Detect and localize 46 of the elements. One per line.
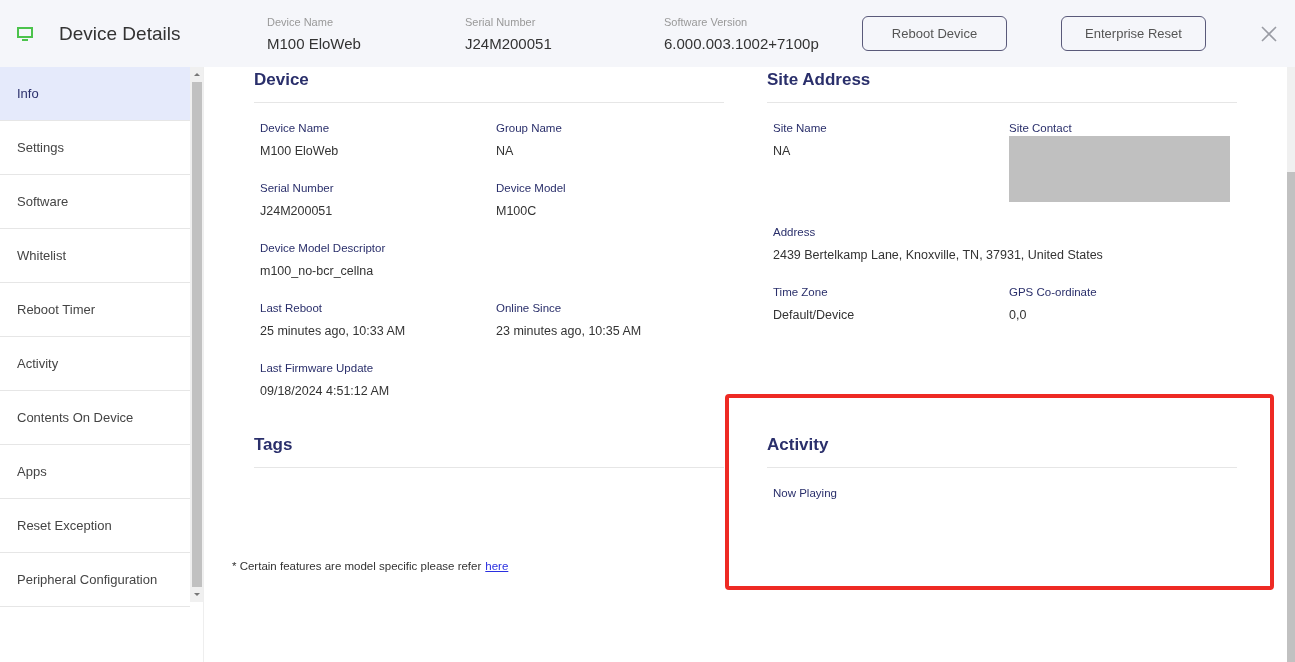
field-value: 23 minutes ago, 10:35 AM [496, 324, 643, 338]
info-value: J24M200051 [465, 34, 553, 52]
section-title: Activity [767, 432, 1237, 468]
field-label: Device Model [496, 182, 567, 194]
field-label: Group Name [496, 122, 563, 134]
info-label: Software Version [664, 15, 749, 28]
field-value: Default/Device [773, 308, 856, 322]
monitor-icon [17, 26, 33, 41]
field-label: Online Since [496, 302, 563, 314]
field-value: 25 minutes ago, 10:33 AM [260, 324, 407, 338]
page-title: Device Details [59, 22, 182, 45]
field-value: 2439 Bertelkamp Lane, Knoxville, TN, 37931, United States [773, 248, 1104, 262]
field-label: Device Model Descriptor [260, 242, 387, 254]
field-label: Last Firmware Update [260, 362, 375, 374]
close-icon[interactable] [1261, 25, 1277, 42]
field-label: Site Name [773, 122, 828, 134]
field-value: 0,0 [1009, 308, 1028, 322]
info-value: 6.000.003.1002+7100p [664, 34, 820, 52]
field-label: Device Name [260, 122, 331, 134]
field-label: Site Contact [1009, 122, 1073, 134]
footnote-text: * Certain features are model specific please refer [232, 560, 482, 572]
scrollbar[interactable] [190, 67, 203, 602]
field-label: Last Reboot [260, 302, 323, 314]
field-label: GPS Co-ordinate [1009, 286, 1098, 298]
section-title: Site Address [767, 67, 1237, 103]
section-title: Device [254, 67, 724, 103]
field-value: M100 EloWeb [260, 144, 340, 158]
action-button[interactable]: Enterprise Reset [1061, 16, 1206, 51]
field-value: J24M200051 [260, 204, 334, 218]
field-value: NA [773, 144, 792, 158]
info-label: Serial Number [465, 15, 537, 28]
field-label: Now Playing [773, 487, 838, 499]
info-label: Device Name [267, 15, 335, 28]
field-value: NA [496, 144, 515, 158]
here-link[interactable]: here [485, 560, 509, 572]
scrollbar[interactable] [1287, 67, 1295, 662]
field-label: Serial Number [260, 182, 335, 194]
action-button[interactable]: Reboot Device [862, 16, 1007, 51]
field-label: Time Zone [773, 286, 829, 298]
field-value: M100C [496, 204, 538, 218]
field-value: 09/18/2024 4:51:12 AM [260, 384, 391, 398]
info-value: M100 EloWeb [267, 34, 362, 52]
section-title: Tags [254, 432, 724, 468]
field-value: m100_no-bcr_cellna [260, 264, 375, 278]
sidebar-item[interactable]: Info [0, 67, 190, 121]
field-label: Address [773, 226, 817, 238]
